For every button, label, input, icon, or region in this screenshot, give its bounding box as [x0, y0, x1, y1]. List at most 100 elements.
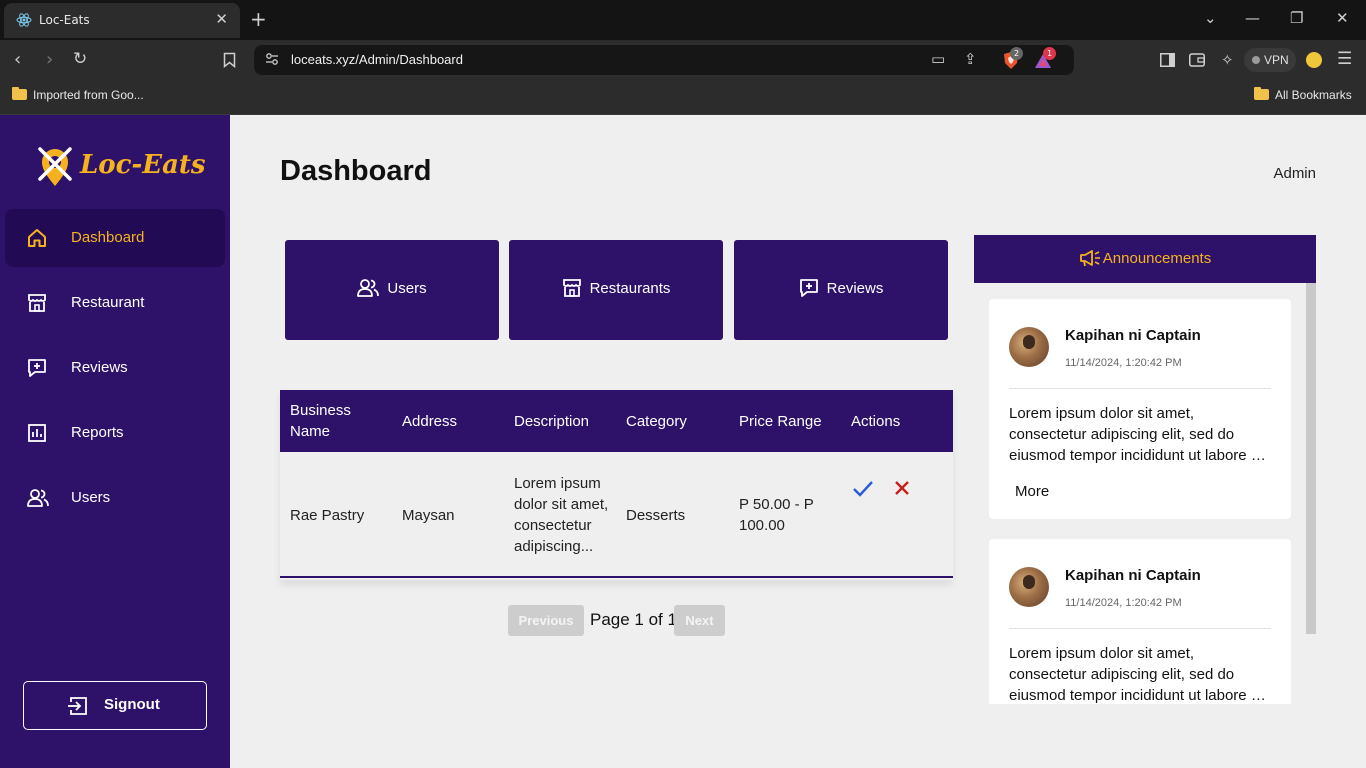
chart-icon [28, 424, 46, 442]
sidebar-item-label: Users [71, 489, 111, 506]
announcement-card: Kapihan ni Captain 11/14/2024, 1:20:42 P… [989, 299, 1291, 519]
divider [1009, 628, 1271, 629]
cell-price-range: P 50.00 - P 100.00 [739, 496, 814, 534]
announcements-header: Announcements [974, 235, 1316, 283]
cell-business-name: Rae Pastry [290, 506, 365, 524]
folder-icon [1254, 87, 1269, 100]
vpn-status-icon [1252, 56, 1260, 64]
announcement-card: Kapihan ni Captain 11/14/2024, 1:20:42 P… [989, 539, 1291, 704]
rewards-count-badge: 1 [1043, 47, 1056, 60]
cell-category: Desserts [626, 506, 686, 524]
tab-search-icon[interactable]: ⌄ [1204, 9, 1217, 27]
profile-avatar-icon[interactable] [1306, 52, 1322, 68]
logo-text: Loc-Eats [80, 150, 206, 180]
sidebar-item-users[interactable]: Users [5, 469, 225, 527]
more-link[interactable]: More [1015, 483, 1049, 500]
minimize-icon[interactable]: — [1245, 9, 1260, 27]
announcement-date: 11/14/2024, 1:20:42 PM [1065, 357, 1182, 369]
bookmark-imported-label: Imported from Goo... [33, 88, 144, 102]
bookmark-icon[interactable] [223, 52, 236, 68]
announcements-scrollbar[interactable] [1306, 283, 1316, 634]
previous-button[interactable]: Previous [508, 605, 584, 636]
cast-icon[interactable]: ▭ [931, 50, 945, 68]
megaphone-icon [1079, 250, 1100, 267]
divider [1009, 388, 1271, 389]
address-bar[interactable]: loceats.xyz/Admin/Dashboard ▭ ⇪ 2 1 [254, 45, 1074, 75]
menu-icon[interactable]: ☰ [1337, 49, 1352, 69]
review-icon [799, 279, 818, 297]
next-button[interactable]: Next [674, 605, 725, 636]
leo-ai-icon[interactable]: ✧ [1221, 51, 1234, 69]
restaurants-card-label: Restaurants [589, 280, 671, 297]
announcements-list[interactable]: Kapihan ni Captain 11/14/2024, 1:20:42 P… [974, 283, 1316, 704]
logo-icon [38, 147, 72, 186]
announcement-date: 11/14/2024, 1:20:42 PM [1065, 597, 1182, 609]
sidebar-item-reports[interactable]: Reports [5, 404, 225, 462]
table-header: Business Name Address Description Catego… [280, 390, 953, 452]
avatar [1009, 327, 1049, 367]
reviews-card-label: Reviews [826, 280, 884, 297]
reload-icon[interactable]: ↻ [73, 49, 87, 69]
table-row[interactable]: Rae Pastry Maysan Lorem ipsum dolor sit … [280, 452, 953, 578]
users-icon [357, 279, 380, 297]
column-header: Business Name [290, 402, 351, 440]
announcement-author: Kapihan ni Captain [1065, 327, 1201, 344]
tab-title: Loc-Eats [39, 13, 90, 27]
restaurants-table: Business Name Address Description Catego… [280, 390, 953, 580]
announcement-author: Kapihan ni Captain [1065, 567, 1201, 584]
avatar [1009, 567, 1049, 607]
wallet-icon[interactable] [1189, 53, 1205, 67]
browser-tab[interactable]: Loc-Eats ✕ [4, 3, 240, 38]
site-settings-icon[interactable] [264, 51, 280, 67]
restore-icon[interactable]: ❐ [1290, 9, 1303, 27]
forward-icon[interactable]: › [46, 49, 53, 70]
sidebar-item-label: Reviews [71, 359, 128, 376]
react-icon [16, 13, 32, 27]
share-icon[interactable]: ⇪ [964, 50, 977, 68]
bookmark-imported[interactable]: Imported from Goo... [12, 87, 144, 102]
sidebar-item-restaurant[interactable]: Restaurant [5, 274, 225, 332]
column-header: Description [514, 412, 590, 430]
browser-tab-bar: Loc-Eats ✕ + ⌄ — ❐ ✕ [0, 0, 1366, 40]
vpn-button[interactable]: VPN [1244, 48, 1296, 72]
sidebar-item-label: Dashboard [71, 229, 145, 246]
bookmark-all-label: All Bookmarks [1275, 88, 1352, 102]
browser-toolbar: ‹ › ↻ loceats.xyz/Admin/Dashboard ▭ ⇪ 2 … [0, 40, 1366, 80]
sidebar-item-reviews[interactable]: Reviews [5, 339, 225, 397]
announcement-body: Lorem ipsum dolor sit amet, consectetur … [1009, 645, 1264, 704]
sidebar-item-dashboard[interactable]: Dashboard [5, 209, 225, 267]
cell-address: Maysan [402, 506, 455, 524]
users-icon [27, 489, 49, 507]
sidebar-item-label: Reports [71, 424, 124, 441]
store-icon [28, 294, 46, 312]
announcement-body: Lorem ipsum dolor sit amet, consectetur … [1009, 405, 1264, 464]
home-icon [28, 229, 46, 247]
new-tab-icon[interactable]: + [250, 7, 267, 31]
vpn-label: VPN [1264, 53, 1289, 67]
logo[interactable]: Loc-Eats [36, 145, 206, 187]
signout-icon [68, 697, 87, 715]
store-icon [562, 279, 581, 297]
admin-user-label: Admin [1273, 165, 1316, 182]
signout-button[interactable]: Signout [23, 681, 207, 730]
users-card[interactable]: Users [285, 240, 499, 340]
sidebar: Loc-Eats Dashboard Restaurant Reviews Re… [0, 115, 230, 768]
sidebar-toggle-icon[interactable] [1160, 53, 1175, 67]
close-tab-icon[interactable]: ✕ [215, 10, 228, 28]
back-icon[interactable]: ‹ [14, 49, 21, 70]
column-header: Category [626, 412, 687, 430]
approve-check-icon[interactable] [852, 480, 874, 498]
page-viewport: Loc-Eats Dashboard Restaurant Reviews Re… [0, 115, 1366, 768]
review-icon [28, 359, 46, 377]
announcements-title: Announcements [1102, 250, 1212, 267]
reject-x-icon[interactable] [894, 480, 910, 496]
restaurants-card[interactable]: Restaurants [509, 240, 723, 340]
folder-icon [12, 87, 27, 100]
shields-count-badge: 2 [1010, 47, 1023, 60]
bookmark-all[interactable]: All Bookmarks [1254, 87, 1352, 102]
column-header: Address [402, 412, 458, 430]
reviews-card[interactable]: Reviews [734, 240, 948, 340]
column-header: Actions [851, 412, 901, 430]
column-header: Price Range [739, 412, 822, 430]
close-window-icon[interactable]: ✕ [1336, 9, 1349, 27]
